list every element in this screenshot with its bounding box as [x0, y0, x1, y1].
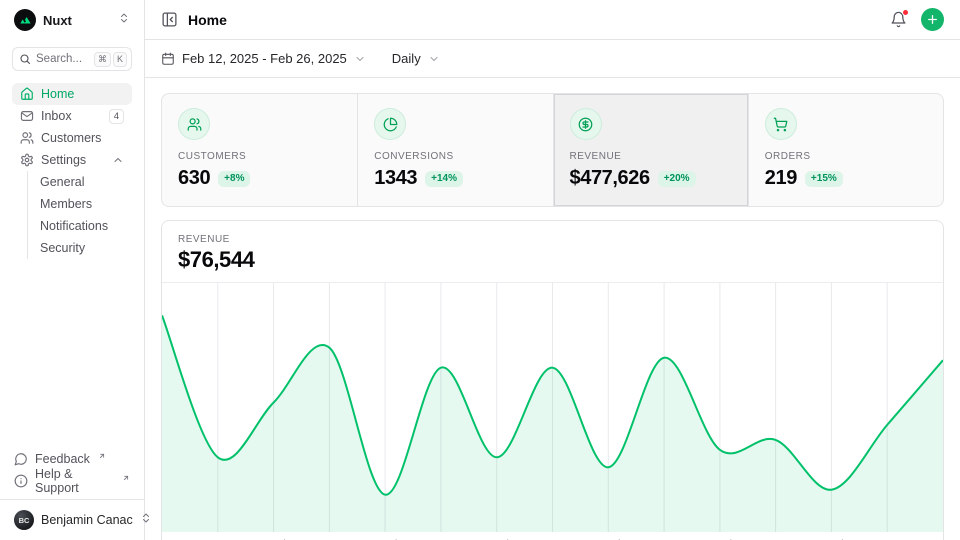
users-icon [20, 131, 34, 145]
sidebar-nav: Home Inbox 4 Customers Settings [12, 83, 132, 259]
stat-delta-badge: +8% [218, 171, 250, 187]
chart-header: REVENUE $76,544 [162, 221, 943, 283]
revenue-chart-card: REVENUE $76,544 14 Feb16 Feb18 Feb20 Feb… [161, 220, 944, 540]
stat-conversions[interactable]: CONVERSIONS 1343 +14% [357, 94, 552, 206]
sidebar-item-label: Home [41, 87, 74, 101]
filter-toolbar: Feb 12, 2025 - Feb 26, 2025 Daily [145, 40, 960, 78]
home-icon [20, 87, 34, 101]
pie-chart-icon [374, 108, 406, 140]
external-link-icon [122, 474, 130, 482]
chevron-up-icon [112, 154, 124, 166]
stat-value: 219 [765, 167, 797, 190]
chevron-down-icon [354, 53, 366, 65]
sidebar-item-customers[interactable]: Customers [12, 127, 132, 149]
granularity-select[interactable]: Daily [392, 51, 440, 66]
stats-row: CUSTOMERS 630 +8% CONVERSIONS 1343 +14% [161, 93, 944, 207]
nuxt-logo-icon [14, 9, 36, 31]
gear-icon [20, 153, 34, 167]
search-icon [19, 53, 31, 65]
notification-dot [902, 9, 909, 16]
feedback-label: Feedback [35, 452, 90, 466]
sidebar-item-settings[interactable]: Settings [12, 149, 132, 171]
help-support-label: Help & Support [35, 467, 114, 495]
topbar: Home [145, 0, 960, 40]
page-title: Home [188, 12, 227, 28]
sidebar-item-label: Settings [41, 153, 86, 167]
stat-value: $477,626 [570, 167, 650, 190]
sidebar-item-label: Customers [41, 131, 101, 145]
sidebar-item-general[interactable]: General [40, 171, 132, 193]
calendar-icon [161, 52, 175, 66]
search-shortcut: ⌘ K [94, 52, 127, 67]
date-range-picker[interactable]: Feb 12, 2025 - Feb 26, 2025 [161, 51, 366, 66]
info-circle-icon [14, 474, 28, 488]
workspace-switcher[interactable]: Nuxt [12, 8, 132, 32]
stat-customers[interactable]: CUSTOMERS 630 +8% [162, 94, 357, 206]
settings-sub-list: General Members Notifications Security [27, 171, 132, 259]
dollar-circle-icon [570, 108, 602, 140]
search-placeholder: Search... [36, 53, 82, 65]
cart-icon [765, 108, 797, 140]
notifications-button[interactable] [890, 11, 907, 28]
inbox-icon [20, 109, 34, 123]
stat-label: REVENUE [570, 151, 732, 162]
chart-metric-label: REVENUE [178, 234, 927, 245]
stat-value: 1343 [374, 167, 417, 190]
chat-bubble-icon [14, 452, 28, 466]
stat-delta-badge: +15% [805, 171, 843, 187]
stat-revenue[interactable]: REVENUE $477,626 +20% [553, 94, 748, 206]
search-input[interactable]: Search... ⌘ K [12, 47, 132, 71]
topbar-actions [890, 8, 944, 31]
external-link-icon [98, 452, 106, 460]
user-name: Benjamin Canac [41, 513, 133, 527]
app-root: Nuxt Search... ⌘ K Home [0, 0, 960, 540]
sidebar-item-notifications[interactable]: Notifications [40, 215, 132, 237]
collapse-sidebar-button[interactable] [161, 11, 178, 28]
stat-delta-badge: +14% [425, 171, 463, 187]
add-button[interactable] [921, 8, 944, 31]
sidebar-item-security[interactable]: Security [40, 237, 132, 259]
users-icon [178, 108, 210, 140]
chevrons-up-down-icon [118, 11, 130, 29]
inbox-count-badge: 4 [109, 109, 124, 124]
revenue-chart: 14 Feb16 Feb18 Feb20 Feb22 Feb24 Feb [162, 283, 943, 540]
main-area: Home Feb 12, 2025 - Feb 26, 2025 [145, 0, 960, 540]
sidebar-item-home[interactable]: Home [12, 83, 132, 105]
stat-value: 630 [178, 167, 210, 190]
user-menu[interactable]: BC Benjamin Canac [12, 500, 132, 532]
date-range-label: Feb 12, 2025 - Feb 26, 2025 [182, 51, 347, 66]
sidebar-item-members[interactable]: Members [40, 193, 132, 215]
plus-icon [926, 13, 939, 26]
dashboard-content: CUSTOMERS 630 +8% CONVERSIONS 1343 +14% [145, 78, 960, 540]
stat-delta-badge: +20% [658, 171, 696, 187]
avatar: BC [14, 510, 34, 530]
workspace-name: Nuxt [43, 13, 72, 28]
sidebar: Nuxt Search... ⌘ K Home [0, 0, 145, 540]
chevron-down-icon [428, 53, 440, 65]
chart-metric-value: $76,544 [178, 247, 927, 273]
sidebar-item-inbox[interactable]: Inbox 4 [12, 105, 132, 127]
sidebar-footer: Feedback Help & Support BC Benjamin Cana… [12, 448, 132, 532]
stat-label: CUSTOMERS [178, 151, 341, 162]
granularity-label: Daily [392, 51, 421, 66]
stat-label: ORDERS [765, 151, 927, 162]
sidebar-item-label: Inbox [41, 109, 72, 123]
stat-label: CONVERSIONS [374, 151, 536, 162]
help-support-link[interactable]: Help & Support [12, 470, 132, 492]
stat-orders[interactable]: ORDERS 219 +15% [748, 94, 943, 206]
